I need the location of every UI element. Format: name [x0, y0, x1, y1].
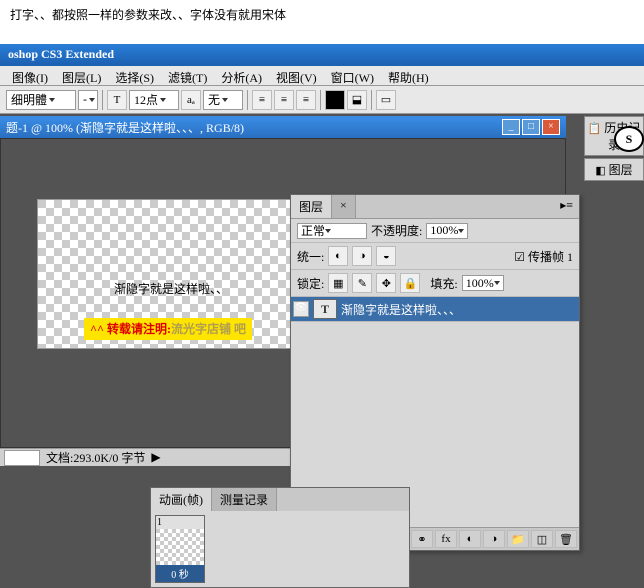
lock-trans-icon[interactable]: ▦	[328, 273, 348, 293]
fx-icon[interactable]: fx	[435, 530, 457, 548]
menu-bar: 图像(I) 图层(L) 选择(S) 滤镜(T) 分析(A) 视图(V) 窗口(W…	[0, 66, 644, 86]
font-size-select[interactable]: 12点	[129, 90, 179, 110]
unify-vis-icon[interactable]: ◑	[352, 246, 372, 266]
frame-1[interactable]: 1 0 秒	[155, 515, 205, 583]
animation-panel: 动画(帧) 测量记录 1 0 秒	[150, 487, 410, 588]
new-layer-icon[interactable]: ◫	[531, 530, 553, 548]
trash-icon[interactable]: 🗑	[555, 530, 577, 548]
text-color-swatch[interactable]	[325, 90, 345, 110]
visibility-icon[interactable]: 👁	[293, 301, 309, 317]
folder-icon[interactable]: 📁	[507, 530, 529, 548]
menu-select[interactable]: 选择(S)	[111, 68, 158, 83]
lock-pos-icon[interactable]: ✥	[376, 273, 396, 293]
frame-thumb	[156, 529, 204, 565]
align-left-icon[interactable]: ≡	[252, 90, 272, 110]
options-bar: 细明體 - T 12点 aₐ 无 ≡ ≡ ≡ ⬓ ▭	[0, 86, 644, 114]
lock-pixel-icon[interactable]: ✎	[352, 273, 372, 293]
adjust-icon[interactable]: ◑	[483, 530, 505, 548]
mask-icon[interactable]: ◐	[459, 530, 481, 548]
menu-help[interactable]: 帮助(H)	[384, 68, 433, 83]
document-titlebar[interactable]: 题-1 @ 100% (渐隐字就是这样啦、、、, RGB/8) _ □ ×	[0, 116, 566, 138]
menu-image[interactable]: 图像(I)	[8, 68, 52, 83]
antialias-select[interactable]: 无	[203, 90, 243, 110]
blend-mode-select[interactable]: 正常	[297, 223, 367, 239]
fill-label: 填充:	[430, 275, 457, 292]
lock-all-icon[interactable]: 🔒	[400, 273, 420, 293]
layers-tab[interactable]: 图层	[291, 195, 332, 218]
opacity-input[interactable]: 100%	[426, 223, 468, 239]
watermark-overlay: ^^ 转载请注明:流光字店铺 吧	[84, 318, 252, 340]
document-title: 题-1 @ 100% (渐隐字就是这样啦、、、, RGB/8)	[6, 119, 244, 136]
status-arrow-icon[interactable]: ▶	[151, 450, 160, 465]
link-icon[interactable]: ⚭	[411, 530, 433, 548]
warp-text-icon[interactable]: ⬓	[347, 90, 367, 110]
unify-label: 统一:	[297, 248, 324, 265]
aa-icon: aₐ	[181, 90, 201, 110]
minimize-button[interactable]: _	[502, 119, 520, 135]
layers-tab2[interactable]: ×	[332, 195, 356, 218]
layer-name[interactable]: 渐隐字就是这样啦、、、	[341, 301, 461, 318]
font-style-select[interactable]: -	[78, 90, 98, 110]
text-size-icon: T	[107, 90, 127, 110]
canvas-text-layer[interactable]: 渐隐字就是这样啦、、	[114, 280, 228, 297]
layers-panel-tab[interactable]: ◧ 图层	[584, 158, 644, 181]
opacity-label: 不透明度:	[371, 222, 422, 239]
photoshop-app: oshop CS3 Extended 图像(I) 图层(L) 选择(S) 滤镜(…	[0, 44, 644, 588]
propagate-label[interactable]: 传播帧 1	[528, 250, 573, 264]
align-center-icon[interactable]: ≡	[274, 90, 294, 110]
layer-item[interactable]: 👁 T 渐隐字就是这样啦、、、	[291, 297, 579, 322]
animation-tab[interactable]: 动画(帧)	[151, 488, 212, 511]
frame-number: 1	[156, 516, 204, 529]
measure-tab[interactable]: 测量记录	[212, 488, 277, 511]
zoom-field[interactable]	[4, 450, 40, 466]
doc-size-status: 文档:293.0K/0 字节	[46, 449, 145, 466]
menu-layer[interactable]: 图层(L)	[58, 68, 105, 83]
align-right-icon[interactable]: ≡	[296, 90, 316, 110]
layer-thumb-text: T	[313, 299, 337, 319]
fill-input[interactable]: 100%	[462, 275, 504, 291]
menu-analysis[interactable]: 分析(A)	[217, 68, 266, 83]
character-panel-icon[interactable]: ▭	[376, 90, 396, 110]
close-button[interactable]: ×	[542, 119, 560, 135]
app-titlebar: oshop CS3 Extended	[0, 44, 644, 66]
menu-filter[interactable]: 滤镜(T)	[164, 68, 211, 83]
instruction-text: 打字、、都按照一样的参数来改、、字体没有就用宋体	[0, 0, 644, 29]
menu-view[interactable]: 视图(V)	[272, 68, 321, 83]
panel-menu-icon[interactable]: ▸≡	[554, 195, 579, 218]
maximize-button[interactable]: □	[522, 119, 540, 135]
unify-pos-icon[interactable]: ◐	[328, 246, 348, 266]
skype-icon[interactable]: S	[614, 126, 644, 152]
lock-label: 锁定:	[297, 275, 324, 292]
menu-window[interactable]: 窗口(W)	[327, 68, 378, 83]
font-family-select[interactable]: 细明體	[6, 90, 76, 110]
unify-style-icon[interactable]: ◒	[376, 246, 396, 266]
frame-delay[interactable]: 0 秒	[156, 565, 204, 582]
